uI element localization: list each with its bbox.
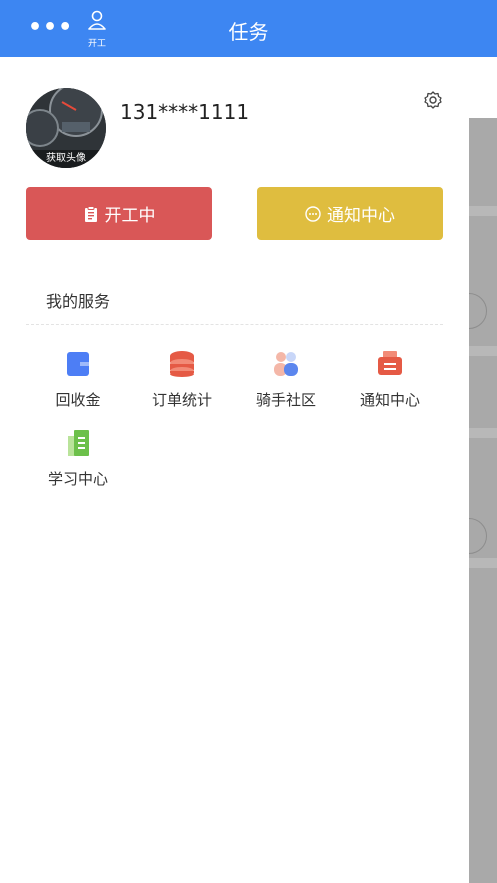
service-label: 学习中心	[47, 470, 108, 488]
working-status-button[interactable]: 开工中	[26, 187, 212, 240]
avatar-caption: 获取头像	[26, 150, 106, 168]
database-icon	[170, 351, 194, 377]
book-icon	[68, 430, 89, 456]
service-item-rider-community[interactable]: 骑手社区	[246, 349, 326, 410]
notification-center-label: 通知中心	[327, 206, 395, 226]
service-label: 订单统计	[151, 391, 212, 409]
background-divider	[469, 206, 497, 216]
service-label: 骑手社区	[255, 391, 316, 409]
service-item-recycle-funds[interactable]: 回收金	[38, 349, 118, 410]
service-label: 回收金	[55, 391, 101, 409]
community-icon	[274, 352, 298, 376]
phone-number: 131****1111	[120, 100, 250, 124]
wallet-icon	[67, 352, 89, 376]
section-divider	[26, 324, 443, 325]
background-divider	[469, 558, 497, 568]
my-services-title: 我的服务	[46, 292, 111, 311]
working-status-label: 开工中	[104, 206, 156, 226]
gear-icon[interactable]	[423, 90, 443, 110]
printer-icon	[378, 351, 402, 375]
notification-center-button[interactable]: 通知中心	[257, 187, 443, 240]
page-title: 任务	[228, 20, 269, 44]
service-item-order-stats[interactable]: 订单统计	[142, 349, 222, 410]
service-item-learning-center[interactable]: 学习中心	[38, 428, 118, 489]
service-label: 通知中心	[359, 391, 420, 409]
background-divider	[469, 428, 497, 438]
side-drawer: 获取头像 131****1111 开工中 通知中心 我的服务 回收金 订单统计 …	[0, 57, 469, 883]
background-divider	[469, 346, 497, 356]
service-item-notification-center[interactable]: 通知中心	[350, 349, 430, 410]
top-bar: ••• 开工 任务	[0, 0, 497, 57]
chat-icon	[305, 205, 321, 222]
clipboard-icon	[84, 205, 97, 222]
avatar[interactable]: 获取头像	[26, 88, 106, 168]
background-page	[451, 118, 497, 883]
